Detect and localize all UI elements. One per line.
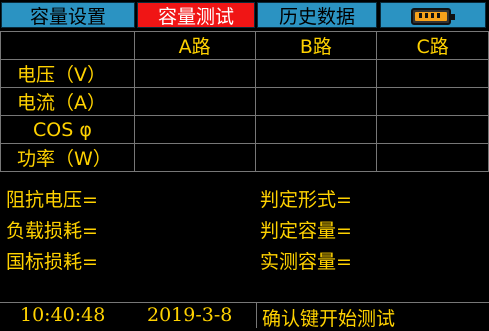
measurement-table: A路 B路 C路 电压（V） 电流（A） COS φ 功率（W） bbox=[0, 31, 489, 172]
judged-capacity-label: 判定容量= bbox=[260, 220, 352, 242]
table-row-cos: COS φ bbox=[0, 115, 489, 144]
cell-voltage-c bbox=[376, 59, 489, 88]
tab-bar: 容量设置 容量测试 历史数据 bbox=[0, 0, 489, 31]
clock-date: 2019-3-8 bbox=[147, 304, 233, 326]
cell-voltage-a bbox=[133, 59, 256, 88]
cell-power-a bbox=[133, 143, 256, 172]
tab-history-data[interactable]: 历史数据 bbox=[257, 2, 377, 28]
cell-current-a bbox=[133, 87, 256, 116]
battery-icon bbox=[411, 8, 455, 25]
cell-cos-b bbox=[254, 115, 378, 144]
clock-time: 10:40:48 bbox=[20, 304, 106, 326]
row-label-cos-phi: COS φ bbox=[0, 115, 135, 144]
cell-cos-c bbox=[376, 115, 489, 144]
result-panel: 阻抗电压= 负载损耗= 国标损耗= 判定形式= 判定容量= 实测容量= bbox=[0, 181, 489, 301]
column-header-b: B路 bbox=[254, 31, 378, 60]
impedance-voltage-label: 阻抗电压= bbox=[6, 189, 98, 211]
column-header-a: A路 bbox=[133, 31, 256, 60]
cell-voltage-b bbox=[254, 59, 378, 88]
cell-current-c bbox=[376, 87, 489, 116]
load-loss-label: 负载损耗= bbox=[6, 220, 98, 242]
row-label-voltage: 电压（V） bbox=[0, 59, 135, 88]
battery-indicator bbox=[380, 2, 486, 28]
row-label-power: 功率（W） bbox=[0, 143, 135, 172]
national-loss-label: 国标损耗= bbox=[6, 251, 98, 273]
tab-capacity-settings[interactable]: 容量设置 bbox=[1, 2, 135, 28]
battery-tip bbox=[451, 14, 455, 20]
cell-power-b bbox=[254, 143, 378, 172]
row-label-current: 电流（A） bbox=[0, 87, 135, 116]
cell-power-c bbox=[376, 143, 489, 172]
table-row-voltage: 电压（V） bbox=[0, 59, 489, 88]
table-row-power: 功率（W） bbox=[0, 143, 489, 172]
table-header-row: A路 B路 C路 bbox=[0, 31, 489, 60]
battery-segment bbox=[419, 13, 422, 18]
column-header-c: C路 bbox=[376, 31, 489, 60]
battery-segment bbox=[425, 13, 428, 18]
battery-segment bbox=[437, 13, 440, 18]
tab-capacity-test[interactable]: 容量测试 bbox=[137, 2, 255, 28]
cell-current-b bbox=[254, 87, 378, 116]
judged-form-label: 判定形式= bbox=[260, 189, 352, 211]
status-divider bbox=[256, 303, 257, 328]
table-corner-cell bbox=[0, 31, 135, 60]
battery-segment bbox=[431, 13, 434, 18]
cell-cos-a bbox=[133, 115, 256, 144]
table-row-current: 电流（A） bbox=[0, 87, 489, 116]
status-bar: 10:40:48 2019-3-8 确认键开始测试 bbox=[0, 302, 489, 330]
measured-capacity-label: 实测容量= bbox=[260, 251, 352, 273]
